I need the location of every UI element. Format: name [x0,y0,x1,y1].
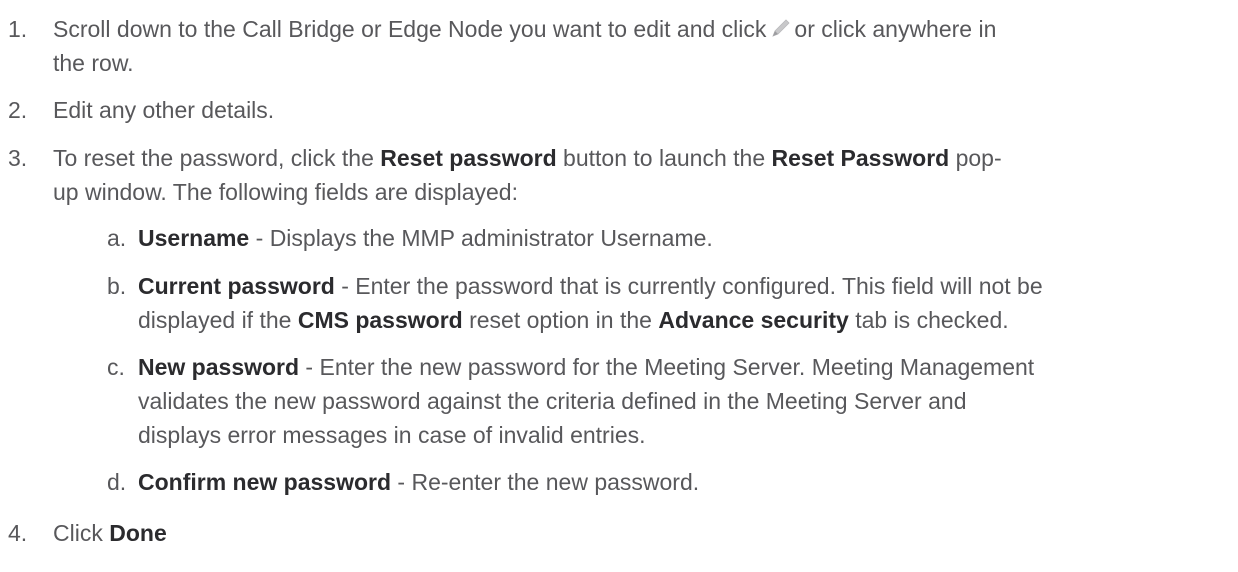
substep-text: Confirm new password - Re-enter the new … [138,465,1223,499]
step-text-segment: Scroll down to the Call Bridge or Edge N… [53,16,767,42]
substep-text: New password - Enter the new password fo… [138,350,1223,452]
term-separator: - [299,354,320,380]
substep-line: displayed if the CMS password reset opti… [138,303,1223,337]
step-number: 1. [8,16,28,42]
reset-password-window-ref: Reset Password [771,145,950,171]
step-text-segment: button to launch the [556,145,772,171]
step-text-segment: Click [53,520,110,546]
step-line: Scroll down to the Call Bridge or Edge N… [53,12,1223,46]
pencil-icon [772,19,790,37]
step-text: To reset the password, click the Reset p… [53,141,1223,209]
step-text: Edit any other details. [53,97,275,123]
step-line: the row. [53,50,134,76]
field-term: Confirm new password [138,469,392,495]
field-term: New password [138,354,300,380]
substep-line: validates the new password against the c… [138,388,967,414]
cms-password-ref: CMS password [297,307,463,333]
field-term: Username [138,225,250,251]
substep-line: displays error messages in case of inval… [138,422,646,448]
field-description: Displays the MMP administrator Username. [269,225,713,251]
field-description: reset option in the [462,307,659,333]
field-description: Enter the new password for the Meeting S… [319,354,1035,380]
instructions-page: 1. Scroll down to the Call Bridge or Edg… [0,0,1238,572]
done-button-ref: Done [109,520,167,546]
step-number: 4. [8,520,28,546]
term-separator: - [249,225,270,251]
substep-line: Current password - Enter the password th… [138,269,1223,303]
step-text: Scroll down to the Call Bridge or Edge N… [53,12,1223,80]
field-description: Enter the password that is currently con… [355,273,1043,299]
substep-text: Username - Displays the MMP administrato… [138,221,1223,255]
term-separator: - [391,469,412,495]
reset-password-button-ref: Reset password [380,145,557,171]
field-description: Re-enter the new password. [411,469,700,495]
step-number: 3. [8,145,28,171]
field-description: tab is checked. [848,307,1009,333]
term-separator: - [334,273,356,299]
substep-text: Current password - Enter the password th… [138,269,1223,337]
step-text-segment: To reset the password, click the [53,145,381,171]
field-term: Current password [138,273,335,299]
step-text-segment: or click anywhere in [794,16,997,42]
step-text: Click Done [53,516,1223,550]
field-description: displayed if the [138,307,298,333]
step-number: 2. [8,97,28,123]
substep-line: New password - Enter the new password fo… [138,350,1223,384]
step-text-segment: pop- [949,145,1002,171]
step-line: To reset the password, click the Reset p… [53,141,1223,175]
step-line: up window. The following fields are disp… [53,179,518,205]
advance-security-tab-ref: Advance security [658,307,849,333]
